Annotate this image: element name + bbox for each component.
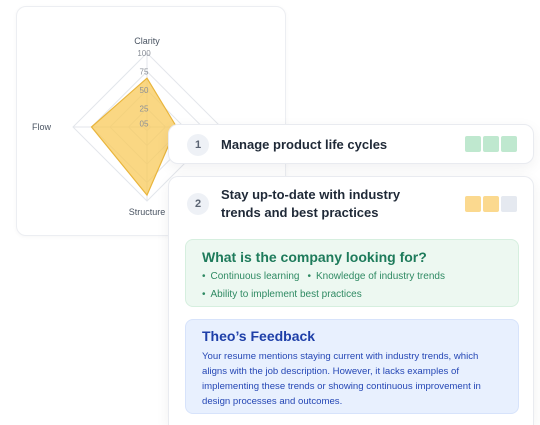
rating-segment [483,196,499,212]
requirement-row-1[interactable]: 1 Manage product life cycles [168,124,534,164]
company-looking-for-panel: What is the company looking for? • Contin… [185,239,519,307]
looking-for-item: Knowledge of industry trends [315,271,445,282]
feedback-panel: Theo’s Feedback Your resume mentions sta… [185,319,519,414]
rating-segment [483,136,499,152]
match-rating-bar [465,196,517,212]
rating-segment [465,196,481,212]
requirement-title-line-1: Stay up-to-date with industry [221,187,401,202]
bullet-icon: • [202,271,206,282]
requirement-row-2-expanded[interactable]: 2 Stay up-to-date with industry trends a… [168,176,534,425]
looking-for-line-2: • Ability to implement best practices [202,289,362,300]
bullet-icon: • [307,271,311,282]
rating-segment [501,196,517,212]
feedback-line: implementing these trends or showing con… [202,381,481,392]
feedback-line: Your resume mentions staying current wit… [202,351,479,362]
feedback-title: Theo’s Feedback [202,328,316,344]
match-rating-bar [465,136,517,152]
radar-axis-label: Flow [32,122,52,132]
radar-axis-label: Structure [129,207,166,217]
radar-tick-label: 25 [140,105,149,114]
requirement-title: Manage product life cycles [221,137,388,152]
radar-tick-label: 50 [140,86,149,95]
rating-segment [465,136,481,152]
looking-for-item: Continuous learning [210,271,300,282]
feedback-body: Your resume mentions staying current wit… [202,349,508,409]
rating-segment [501,136,517,152]
looking-for-item: Ability to implement best practices [210,289,362,300]
requirement-title-line-2: trends and best practices [221,205,379,220]
radar-tick-label: 100 [137,49,151,58]
feedback-line: design processes and outcomes. [202,396,343,407]
feedback-line: aligns with the job description. However… [202,366,460,377]
looking-for-title: What is the company looking for? [202,249,427,265]
looking-for-line-1: • Continuous learning • Knowledge of indust… [202,271,445,282]
bullet-icon: • [202,289,206,300]
radar-tick-label: 75 [140,68,149,77]
radar-axis-label: Clarity [134,36,160,46]
requirement-number-badge: 1 [187,134,209,156]
requirement-number-badge: 2 [187,193,209,215]
radar-tick-label: 05 [140,119,149,128]
